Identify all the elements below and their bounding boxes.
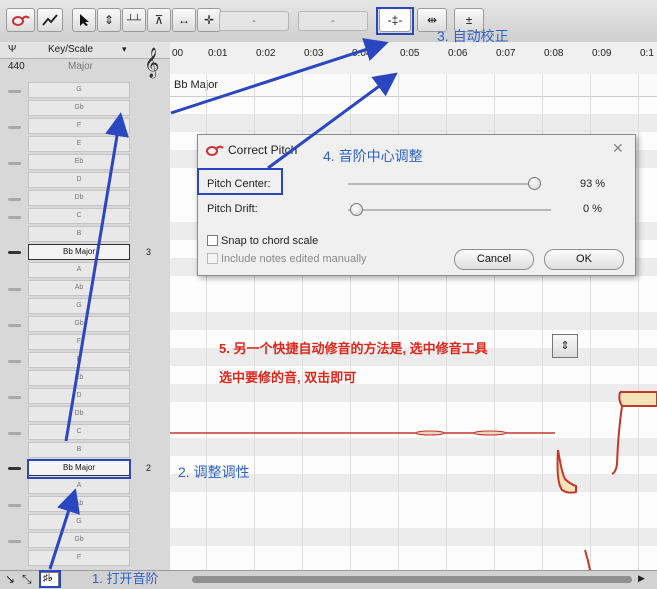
annotation-auto-correct: 3. 自动校正 bbox=[437, 28, 509, 44]
annotation-shortcut-line1: 5. 另一个快捷自动修音的方法是, 选中修音工具 bbox=[219, 341, 488, 356]
annotation-key: 2. 调整调性 bbox=[178, 464, 250, 480]
annotation-shortcut-line2: 选中要修的音, 双击即可 bbox=[219, 370, 357, 385]
annotation-arrows bbox=[48, 38, 398, 570]
annotation-pitch-center: 4. 音阶中心调整 bbox=[323, 148, 423, 164]
annotation-open-scale: 1. 打开音阶 bbox=[92, 571, 159, 586]
arrow-to-key bbox=[48, 488, 80, 570]
arrow-to-auto-correct bbox=[170, 38, 389, 115]
arrow-to-scale-list bbox=[64, 112, 129, 442]
